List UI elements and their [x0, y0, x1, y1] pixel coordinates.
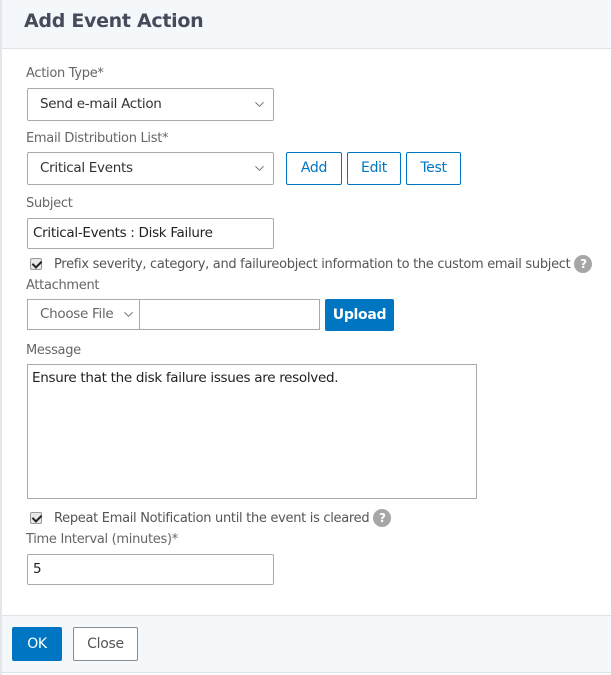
prefix-checkbox-row: Prefix severity, category, and failureob… — [30, 255, 593, 273]
help-icon[interactable]: ? — [373, 509, 392, 527]
prefix-checkbox[interactable] — [30, 258, 42, 270]
chevron-down-icon — [255, 165, 264, 172]
subject-label: Subject — [26, 196, 73, 211]
help-icon[interactable]: ? — [574, 255, 593, 273]
time-interval-label: Time Interval (minutes)* — [26, 532, 178, 547]
repeat-checkbox[interactable] — [30, 512, 42, 524]
distribution-list-select[interactable]: Critical Events — [27, 152, 274, 185]
attachment-file-input[interactable] — [139, 299, 320, 330]
edit-distribution-list-button[interactable]: Edit — [347, 152, 401, 185]
action-type-select[interactable]: Send e-mail Action — [27, 88, 274, 121]
action-type-label: Action Type* — [26, 66, 104, 81]
choose-file-select[interactable]: Choose File — [27, 299, 140, 330]
repeat-checkbox-row: Repeat Email Notification until the even… — [30, 509, 392, 527]
message-label: Message — [26, 343, 81, 358]
repeat-checkbox-label: Repeat Email Notification until the even… — [54, 510, 370, 526]
dialog-title: Add Event Action — [24, 10, 204, 32]
distribution-list-value: Critical Events — [40, 160, 133, 176]
add-event-action-dialog: Add Event Action Action Type* Send e-mai… — [0, 0, 611, 675]
chevron-down-icon — [255, 101, 264, 108]
distribution-list-label: Email Distribution List* — [26, 131, 169, 146]
action-type-value: Send e-mail Action — [40, 96, 162, 112]
add-distribution-list-button[interactable]: Add — [286, 152, 342, 185]
choose-file-label: Choose File — [40, 306, 114, 322]
subject-input[interactable]: Critical-Events : Disk Failure — [27, 218, 274, 249]
ok-button[interactable]: OK — [12, 627, 62, 661]
attachment-label: Attachment — [26, 278, 100, 293]
dialog-footer: OK Close — [2, 615, 611, 673]
chevron-down-icon — [124, 311, 133, 318]
time-interval-input[interactable]: 5 — [27, 554, 274, 585]
close-button[interactable]: Close — [73, 627, 138, 661]
dialog-header: Add Event Action — [2, 0, 611, 49]
message-textarea[interactable]: Ensure that the disk failure issues are … — [27, 364, 477, 499]
test-distribution-list-button[interactable]: Test — [406, 152, 461, 185]
prefix-checkbox-label: Prefix severity, category, and failureob… — [54, 256, 571, 272]
upload-button[interactable]: Upload — [325, 299, 394, 331]
